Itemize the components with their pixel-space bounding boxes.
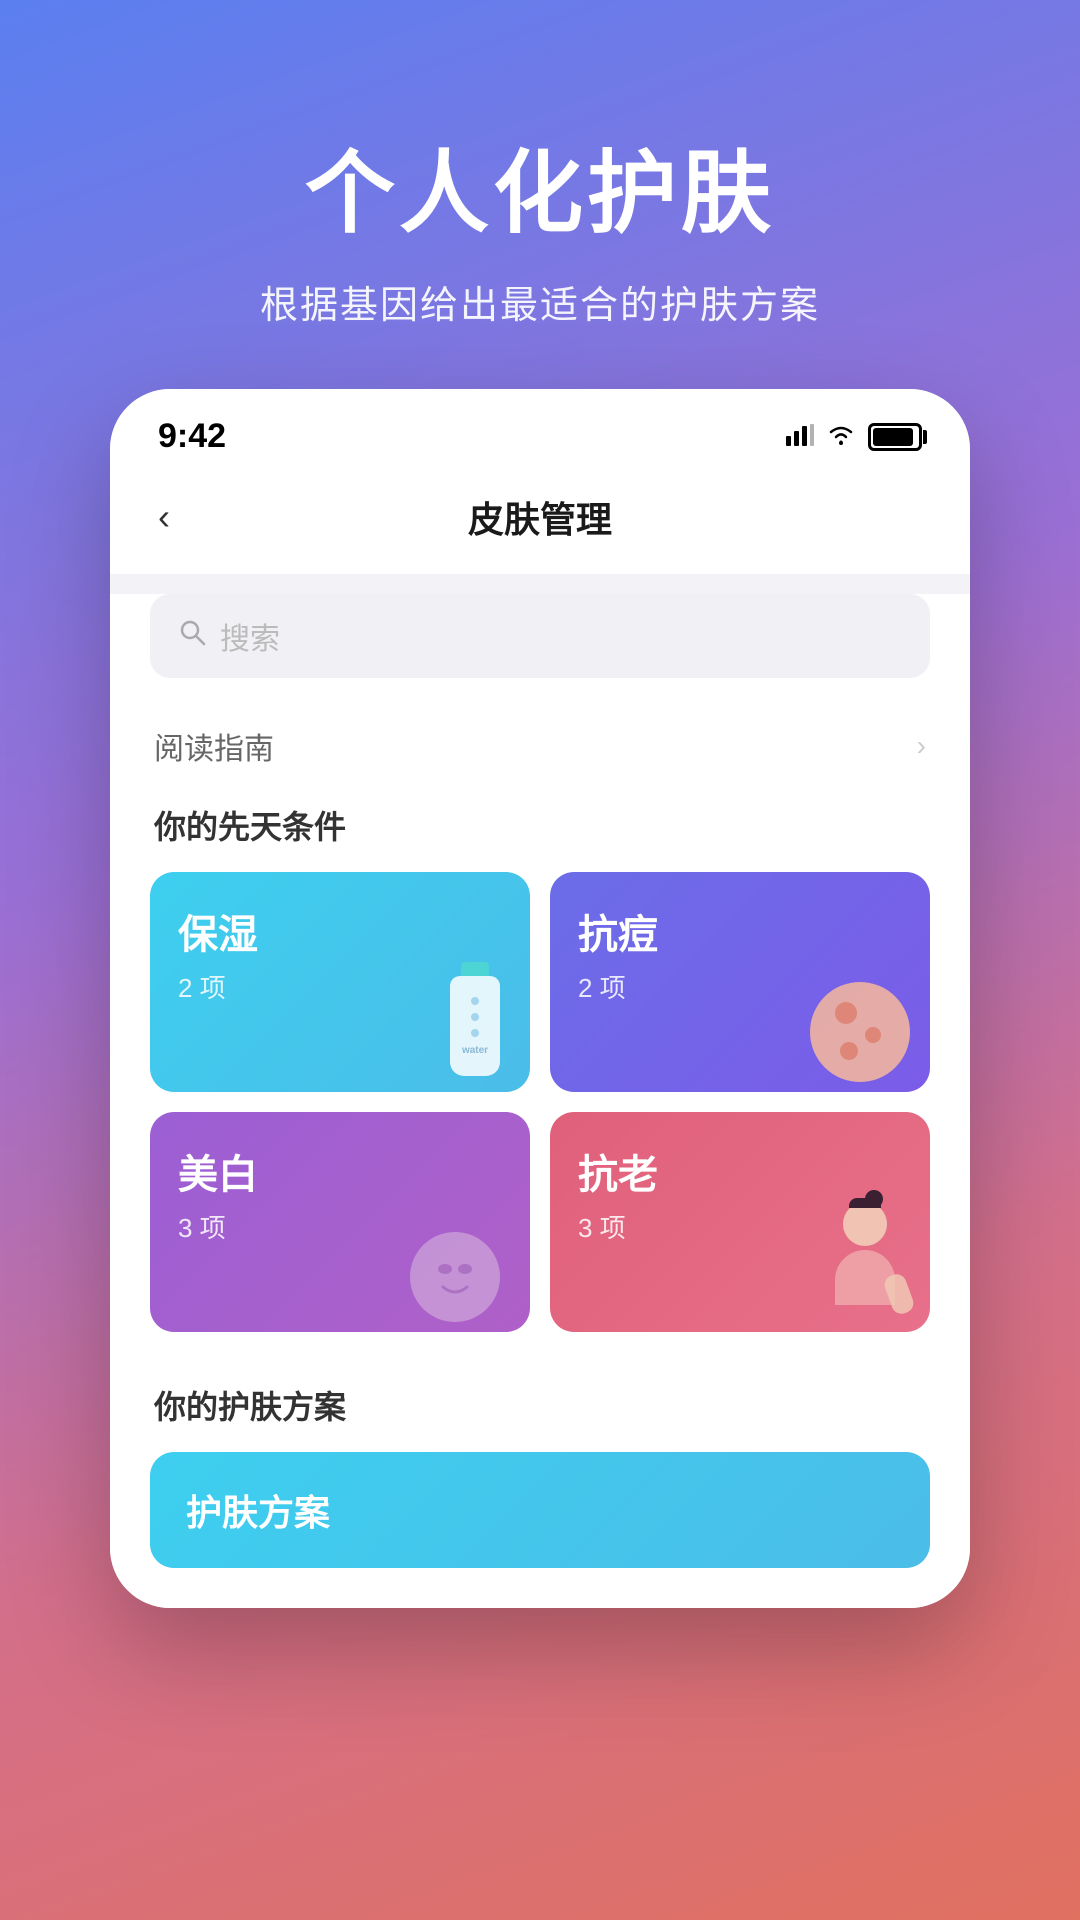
- search-icon: [178, 618, 206, 654]
- chevron-right-icon: ›: [917, 730, 926, 762]
- water-bottle-illustration: water: [440, 962, 510, 1082]
- search-placeholder-text: 搜索: [220, 614, 280, 658]
- status-bar: 9:42: [110, 389, 970, 468]
- hero-section: 个人化护肤 根据基因给出最适合的护肤方案: [0, 0, 1080, 389]
- card-antiaging[interactable]: 抗老 3 项: [550, 1112, 930, 1332]
- solution-section-title: 你的护肤方案: [150, 1372, 930, 1452]
- person-illustration: [820, 1202, 910, 1322]
- signal-icon: [786, 421, 814, 453]
- hero-subtitle: 根据基因给出最适合的护肤方案: [60, 274, 1020, 329]
- card-whitening-title: 美白: [178, 1142, 502, 1200]
- page-title: 皮肤管理: [468, 491, 612, 543]
- status-icons: [786, 421, 922, 453]
- card-antiaging-title: 抗老: [578, 1142, 902, 1200]
- card-moisture[interactable]: 保湿 2 项 water: [150, 872, 530, 1092]
- innate-section-title: 你的先天条件: [150, 792, 930, 872]
- card-moisture-title: 保湿: [178, 902, 502, 960]
- phone-mockup: 9:42: [110, 389, 970, 1608]
- status-time: 9:42: [158, 417, 226, 456]
- card-acne[interactable]: 抗痘 2 项: [550, 872, 930, 1092]
- card-whitening[interactable]: 美白 3 项: [150, 1112, 530, 1332]
- hero-title: 个人化护肤: [60, 120, 1020, 250]
- guide-row[interactable]: 阅读指南 ›: [150, 714, 930, 792]
- mask-illustration: [400, 1212, 510, 1322]
- back-button[interactable]: ‹: [150, 488, 178, 546]
- wifi-icon: [826, 421, 856, 453]
- solution-card[interactable]: 护肤方案: [150, 1452, 930, 1568]
- guide-label: 阅读指南: [154, 724, 274, 768]
- card-grid: 保湿 2 项 water 抗痘: [150, 872, 930, 1332]
- search-bar[interactable]: 搜索: [150, 594, 930, 678]
- acne-face-illustration: [810, 982, 910, 1082]
- nav-bar: ‹ 皮肤管理: [110, 468, 970, 574]
- solution-card-title: 护肤方案: [186, 1484, 330, 1536]
- battery-icon: [868, 423, 922, 451]
- content-area: 搜索 阅读指南 › 你的先天条件 保湿 2 项: [110, 594, 970, 1608]
- card-acne-title: 抗痘: [578, 902, 902, 960]
